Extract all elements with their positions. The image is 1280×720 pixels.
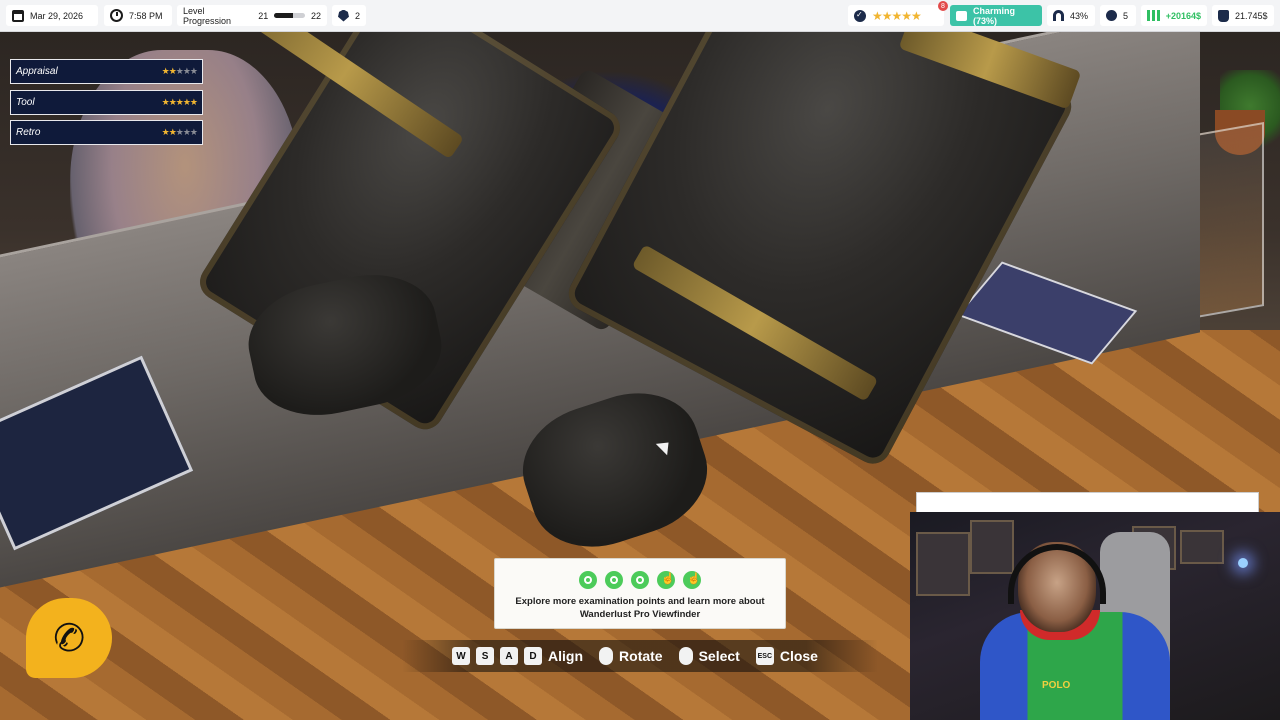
examination-hint: Explore more examination points and lear… bbox=[495, 595, 785, 621]
key-a[interactable]: A bbox=[500, 647, 519, 665]
date-text: Mar 29, 2026 bbox=[30, 10, 84, 21]
calendar-icon bbox=[12, 9, 24, 22]
hint-line-1: Explore more examination points and lear… bbox=[515, 596, 765, 607]
magnet-percent: 43% bbox=[1070, 10, 1089, 21]
top-status-bar: Mar 29, 2026 7:58 PM Level Progression 2… bbox=[0, 0, 1280, 32]
clock-icon bbox=[110, 9, 123, 22]
level-progress-fill bbox=[274, 13, 293, 18]
item-name: Wanderlust Pro Viewfinder bbox=[579, 609, 701, 620]
examined-point-icon bbox=[579, 571, 597, 589]
tag-appraisal: Appraisal ★★★★★ bbox=[10, 59, 203, 84]
badge-counter[interactable]: 2 bbox=[332, 5, 366, 26]
ring-light bbox=[1238, 558, 1248, 568]
item-tags-panel: Appraisal ★★★★★ Tool ★★★★★ Retro ★★★★★ bbox=[10, 59, 203, 151]
key-s[interactable]: S bbox=[476, 647, 495, 665]
magnet-stat[interactable]: 43% bbox=[1047, 5, 1095, 26]
orb-icon bbox=[1106, 10, 1117, 21]
profit-stat[interactable]: +20164$ bbox=[1141, 5, 1207, 26]
wall-frame bbox=[970, 520, 1014, 574]
money-bag-icon bbox=[1218, 9, 1229, 22]
level-next: 22 bbox=[310, 10, 321, 21]
tag-label: Tool bbox=[16, 96, 35, 108]
time-display: 7:58 PM bbox=[104, 5, 172, 26]
date-display: Mar 29, 2026 bbox=[6, 5, 98, 26]
store-mood-badge[interactable]: Charming (73%) bbox=[950, 5, 1042, 26]
store-mood-text: Charming (73%) bbox=[973, 5, 1016, 26]
streamer-webcam: POLO bbox=[910, 512, 1280, 720]
wall-frame bbox=[1180, 530, 1224, 564]
tag-tool: Tool ★★★★★ bbox=[10, 89, 203, 115]
store-rating[interactable]: ★★★★★ 8 bbox=[848, 1, 948, 26]
key-w[interactable]: W bbox=[452, 647, 471, 665]
balance-text: 21.745$ bbox=[1235, 10, 1268, 21]
examined-point-icon bbox=[631, 571, 649, 589]
rating-stars: ★★★★★ bbox=[872, 8, 922, 23]
store-icon bbox=[956, 10, 968, 21]
tag-retro: Retro ★★★★★ bbox=[10, 120, 203, 145]
badge-icon bbox=[338, 9, 349, 22]
time-text: 7:58 PM bbox=[129, 10, 163, 21]
verified-icon bbox=[854, 9, 866, 22]
badge-count: 2 bbox=[354, 10, 360, 21]
phone-icon: ✆ bbox=[48, 614, 89, 663]
wall-frame bbox=[916, 532, 970, 596]
headset-icon bbox=[1008, 544, 1106, 604]
tag-stars: ★★★★★ bbox=[161, 127, 198, 137]
key-esc[interactable]: ESC bbox=[755, 647, 774, 665]
level-progression[interactable]: Level Progression 21 22 bbox=[177, 5, 327, 26]
tag-label: Appraisal bbox=[16, 66, 58, 77]
control-hints-bar: W S A D Align Rotate Select ESC Close bbox=[402, 640, 878, 672]
mouse-click-icon bbox=[678, 647, 693, 665]
tag-label: Retro bbox=[16, 127, 41, 138]
notification-badge: 8 bbox=[938, 1, 948, 11]
balance-stat[interactable]: 21.745$ bbox=[1212, 5, 1274, 26]
unexamined-point-icon bbox=[683, 571, 701, 589]
profit-delta: +20164$ bbox=[1165, 10, 1201, 21]
examination-points bbox=[495, 571, 785, 589]
examination-tooltip: Explore more examination points and lear… bbox=[494, 558, 786, 629]
examined-point-icon bbox=[605, 571, 623, 589]
align-label: Align bbox=[548, 648, 584, 664]
select-label: Select bbox=[698, 648, 740, 664]
tag-stars: ★★★★★ bbox=[161, 96, 198, 107]
mouse-drag-icon bbox=[599, 647, 614, 665]
close-label[interactable]: Close bbox=[780, 648, 818, 664]
level-label: Level Progression bbox=[183, 5, 232, 26]
orb-count: 5 bbox=[1123, 10, 1129, 21]
chart-icon bbox=[1147, 10, 1160, 21]
orb-stat[interactable]: 5 bbox=[1100, 5, 1136, 26]
tag-stars: ★★★★★ bbox=[161, 66, 198, 76]
magnet-icon bbox=[1053, 10, 1064, 21]
level-current: 21 bbox=[258, 10, 269, 21]
rotate-label: Rotate bbox=[619, 648, 663, 664]
hoodie-logo: POLO bbox=[1042, 680, 1071, 691]
phone-button[interactable]: ✆ bbox=[26, 598, 112, 678]
unexamined-point-icon bbox=[657, 571, 675, 589]
key-d[interactable]: D bbox=[524, 647, 543, 665]
level-progress-bar bbox=[274, 13, 305, 18]
